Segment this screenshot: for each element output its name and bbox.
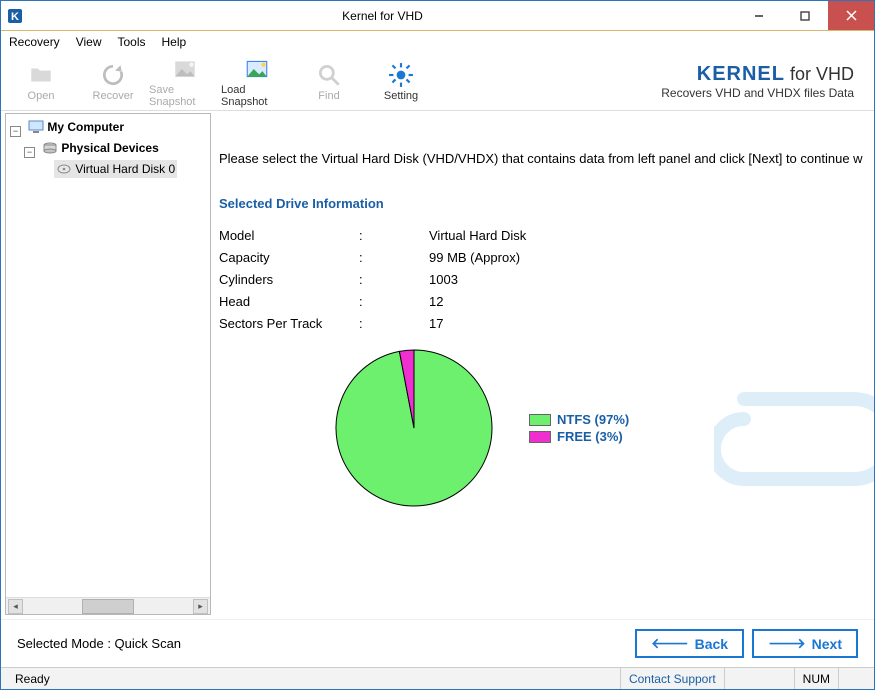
scroll-right-arrow[interactable]: ▸ <box>193 599 208 614</box>
tree-vhd-0[interactable]: Virtual Hard Disk 0 <box>54 160 177 178</box>
status-ready: Ready <box>7 668 620 689</box>
close-button[interactable] <box>828 1 874 30</box>
toolbar: Open Recover Save Snapshot Load Snapshot… <box>1 53 874 111</box>
chart-legend: NTFS (97%) FREE (3%) <box>529 410 629 446</box>
brand-block: KERNEL for VHD Recovers VHD and VHDX fil… <box>661 63 854 100</box>
back-label: Back <box>695 636 728 652</box>
gear-icon <box>388 62 414 88</box>
footer-bar: Selected Mode : Quick Scan 🡐 Back 🡒 Next <box>1 619 874 667</box>
setting-label: Setting <box>384 90 418 102</box>
head-value: 12 <box>429 291 443 313</box>
model-label: Model <box>219 225 359 247</box>
instruction-text: Please select the Virtual Hard Disk (VHD… <box>219 151 874 166</box>
tree-physical-devices[interactable]: Physical Devices <box>40 139 160 157</box>
save-snapshot-label: Save Snapshot <box>149 84 221 108</box>
legend-ntfs-swatch <box>529 414 551 426</box>
contact-support-link[interactable]: Contact Support <box>620 668 724 689</box>
recover-label: Recover <box>93 90 134 102</box>
expander-root[interactable]: − <box>10 126 21 137</box>
legend-ntfs: NTFS (97%) <box>529 412 629 427</box>
folder-icon <box>28 62 54 88</box>
title-bar: K Kernel for VHD <box>1 1 874 31</box>
arrow-left-icon: 🡐 <box>651 635 689 652</box>
app-window: K Kernel for VHD Recovery View Tools Hel… <box>0 0 875 690</box>
info-row-cylinders: Cylinders:1003 <box>219 269 874 291</box>
brand-name: KERNEL <box>697 63 785 85</box>
tree-pane[interactable]: − My Computer − Physical Devices <box>5 113 211 615</box>
recover-icon <box>100 62 126 88</box>
minimize-icon <box>754 11 764 21</box>
disk-icon <box>56 162 72 176</box>
capacity-value: 99 MB (Approx) <box>429 247 520 269</box>
body: − My Computer − Physical Devices <box>1 111 874 619</box>
find-label: Find <box>318 90 339 102</box>
section-heading: Selected Drive Information <box>219 196 874 211</box>
close-icon <box>846 10 857 21</box>
info-row-capacity: Capacity:99 MB (Approx) <box>219 247 874 269</box>
selected-mode: Selected Mode : Quick Scan <box>17 636 181 651</box>
app-icon: K <box>7 8 23 24</box>
status-bar: Ready Contact Support NUM <box>1 667 874 689</box>
menu-recovery[interactable]: Recovery <box>9 35 60 49</box>
back-button[interactable]: 🡐 Back <box>635 629 744 658</box>
next-button[interactable]: 🡒 Next <box>752 629 858 658</box>
drive-group-icon <box>42 141 58 155</box>
save-snapshot-icon <box>172 56 198 82</box>
pie-chart <box>329 343 499 513</box>
expander-physical[interactable]: − <box>24 147 35 158</box>
tree-horizontal-scrollbar[interactable]: ◂ ▸ <box>6 597 210 614</box>
load-snapshot-label: Load Snapshot <box>221 84 293 108</box>
computer-icon <box>28 120 44 134</box>
menu-tools[interactable]: Tools <box>117 35 145 49</box>
legend-free-swatch <box>529 431 551 443</box>
brand-tagline: Recovers VHD and VHDX files Data <box>661 86 854 100</box>
find-button[interactable]: Find <box>293 54 365 110</box>
recover-button[interactable]: Recover <box>77 54 149 110</box>
watermark-icon <box>714 339 874 539</box>
spt-value: 17 <box>429 313 443 335</box>
svg-text:K: K <box>11 11 19 23</box>
legend-free-label: FREE (3%) <box>557 429 623 444</box>
spt-label: Sectors Per Track <box>219 313 359 335</box>
maximize-button[interactable] <box>782 1 828 30</box>
status-num: NUM <box>794 668 838 689</box>
load-snapshot-icon <box>244 56 270 82</box>
search-icon <box>316 62 342 88</box>
save-snapshot-button[interactable]: Save Snapshot <box>149 54 221 110</box>
menu-view[interactable]: View <box>76 35 102 49</box>
info-row-head: Head:12 <box>219 291 874 313</box>
window-title: Kernel for VHD <box>29 9 736 23</box>
capacity-label: Capacity <box>219 247 359 269</box>
info-row-spt: Sectors Per Track:17 <box>219 313 874 335</box>
tree-my-computer[interactable]: My Computer <box>26 118 126 136</box>
arrow-right-icon: 🡒 <box>768 635 806 652</box>
load-snapshot-button[interactable]: Load Snapshot <box>221 54 293 110</box>
open-label: Open <box>28 90 55 102</box>
cylinders-value: 1003 <box>429 269 458 291</box>
cylinders-label: Cylinders <box>219 269 359 291</box>
setting-button[interactable]: Setting <box>365 54 437 110</box>
tree-physical-label: Physical Devices <box>61 139 158 157</box>
minimize-button[interactable] <box>736 1 782 30</box>
brand-suffix: for VHD <box>785 64 854 84</box>
model-value: Virtual Hard Disk <box>429 225 526 247</box>
scroll-thumb[interactable] <box>82 599 134 614</box>
main-panel: Please select the Virtual Hard Disk (VHD… <box>211 111 874 619</box>
head-label: Head <box>219 291 359 313</box>
legend-ntfs-label: NTFS (97%) <box>557 412 629 427</box>
next-label: Next <box>812 636 842 652</box>
menu-bar: Recovery View Tools Help <box>1 31 874 53</box>
info-row-model: Model:Virtual Hard Disk <box>219 225 874 247</box>
maximize-icon <box>800 11 810 21</box>
tree-root-label: My Computer <box>47 118 124 136</box>
scroll-left-arrow[interactable]: ◂ <box>8 599 23 614</box>
legend-free: FREE (3%) <box>529 429 629 444</box>
tree-vhd0-label: Virtual Hard Disk 0 <box>75 160 175 178</box>
open-button[interactable]: Open <box>5 54 77 110</box>
menu-help[interactable]: Help <box>162 35 187 49</box>
